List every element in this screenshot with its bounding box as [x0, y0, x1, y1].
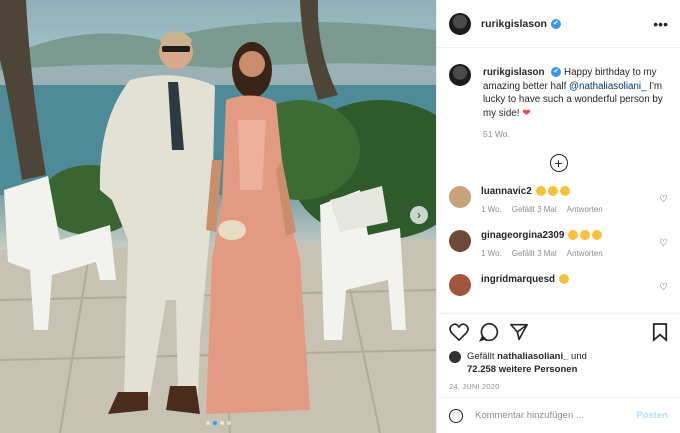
comment-like-heart-icon[interactable]: ♡	[659, 194, 668, 205]
reply-button[interactable]: Antworten	[567, 205, 603, 214]
carousel-dot-active	[212, 421, 217, 425]
emoji-icon	[559, 185, 570, 196]
comment-row: ingridmarquesd ♡	[449, 273, 668, 296]
carousel-dot	[219, 421, 224, 425]
emoji-icon	[559, 273, 570, 284]
comment-username[interactable]: ginageorgina2309	[481, 230, 564, 241]
comment-avatar[interactable]	[449, 185, 471, 208]
likes-and: und	[571, 351, 587, 362]
emoji-icon	[580, 229, 591, 240]
caption-age: 51 Wo.	[483, 129, 510, 139]
chevron-right-icon: ›	[417, 208, 421, 222]
next-image-button[interactable]: ›	[410, 206, 428, 224]
emoji-icon	[535, 185, 546, 196]
carousel-dot	[226, 421, 231, 425]
action-bar: Gefällt nathaliasoliani_ und 72.258 weit…	[437, 313, 680, 391]
instagram-post: › rurikgislason ✔ ••• rurikgislason ✔ Ha…	[0, 0, 680, 433]
comment-avatar[interactable]	[449, 273, 471, 296]
action-icons	[449, 322, 668, 342]
post-comment-button[interactable]: Posten	[636, 410, 668, 421]
heart-emoji: ❤	[522, 107, 531, 119]
photo-illustration	[0, 0, 436, 433]
post-photo[interactable]: ›	[0, 0, 436, 433]
comment-username[interactable]: luannavic2	[481, 186, 532, 197]
post-sidebar: rurikgislason ✔ ••• rurikgislason ✔ Happ…	[436, 0, 680, 433]
caption: rurikgislason ✔ Happy birthday to my ama…	[449, 64, 668, 142]
reply-button[interactable]: Antworten	[567, 249, 603, 258]
post-date: 24. JUNI 2020	[449, 382, 500, 391]
caption-avatar[interactable]	[449, 64, 471, 86]
likes-summary: Gefällt nathaliasoliani_ und 72.258 weit…	[449, 350, 668, 376]
comment-like-heart-icon[interactable]: ♡	[659, 238, 668, 249]
comment-age: 1 Wo.	[481, 248, 502, 258]
likes-prefix: Gefällt	[467, 351, 495, 362]
heart-icon[interactable]	[449, 323, 469, 341]
comment-meta: 1 Wo. Gefällt 3 Mal Antworten	[481, 205, 603, 214]
post-header: rurikgislason ✔ •••	[437, 0, 680, 48]
carousel-dot	[205, 421, 210, 425]
verified-badge-icon: ✔	[550, 18, 561, 29]
likes-others-count[interactable]: 72.258 weitere Personen	[467, 364, 577, 375]
comment-likes[interactable]: Gefällt 3 Mal	[512, 249, 557, 258]
liker-avatar[interactable]	[449, 351, 461, 363]
load-more-comments-button[interactable]: +	[549, 153, 568, 172]
more-icon[interactable]: •••	[653, 16, 668, 32]
author-username[interactable]: rurikgislason	[481, 18, 547, 30]
comment-row: luannavic2 1 Wo. Gefällt 3 Mal Antworten ♡	[449, 185, 668, 214]
comment-icon[interactable]	[479, 322, 499, 342]
comment-age: 1 Wo.	[481, 204, 502, 214]
avatar[interactable]	[449, 12, 471, 35]
emoji-icon	[568, 229, 579, 240]
caption-username[interactable]: rurikgislason	[483, 67, 545, 78]
liker-username[interactable]: nathaliasoliani_	[497, 351, 568, 362]
comment-list: luannavic2 1 Wo. Gefällt 3 Mal Antworten ♡ gi…	[449, 185, 668, 296]
bookmark-icon[interactable]	[652, 322, 668, 342]
emoji-icon[interactable]	[449, 408, 463, 423]
comments-section: rurikgislason ✔ Happy birthday to my ama…	[437, 48, 680, 313]
caption-mention[interactable]: @nathaliasoliani_	[569, 81, 647, 92]
emoji-icon	[547, 185, 558, 196]
emoji-icon	[592, 229, 603, 240]
comment-composer: Posten	[437, 397, 680, 433]
verified-badge-icon: ✔	[551, 67, 562, 78]
comment-input[interactable]	[475, 410, 625, 421]
share-icon[interactable]	[509, 323, 529, 341]
comment-username[interactable]: ingridmarquesd	[481, 274, 555, 285]
comment-meta: 1 Wo. Gefällt 3 Mal Antworten	[481, 249, 604, 258]
comment-like-heart-icon[interactable]: ♡	[659, 282, 668, 293]
comment-row: ginageorgina2309 1 Wo. Gefällt 3 Mal Antwor…	[449, 229, 668, 258]
comment-likes[interactable]: Gefällt 3 Mal	[512, 205, 557, 214]
comment-avatar[interactable]	[449, 229, 471, 252]
carousel-indicator	[0, 421, 436, 425]
